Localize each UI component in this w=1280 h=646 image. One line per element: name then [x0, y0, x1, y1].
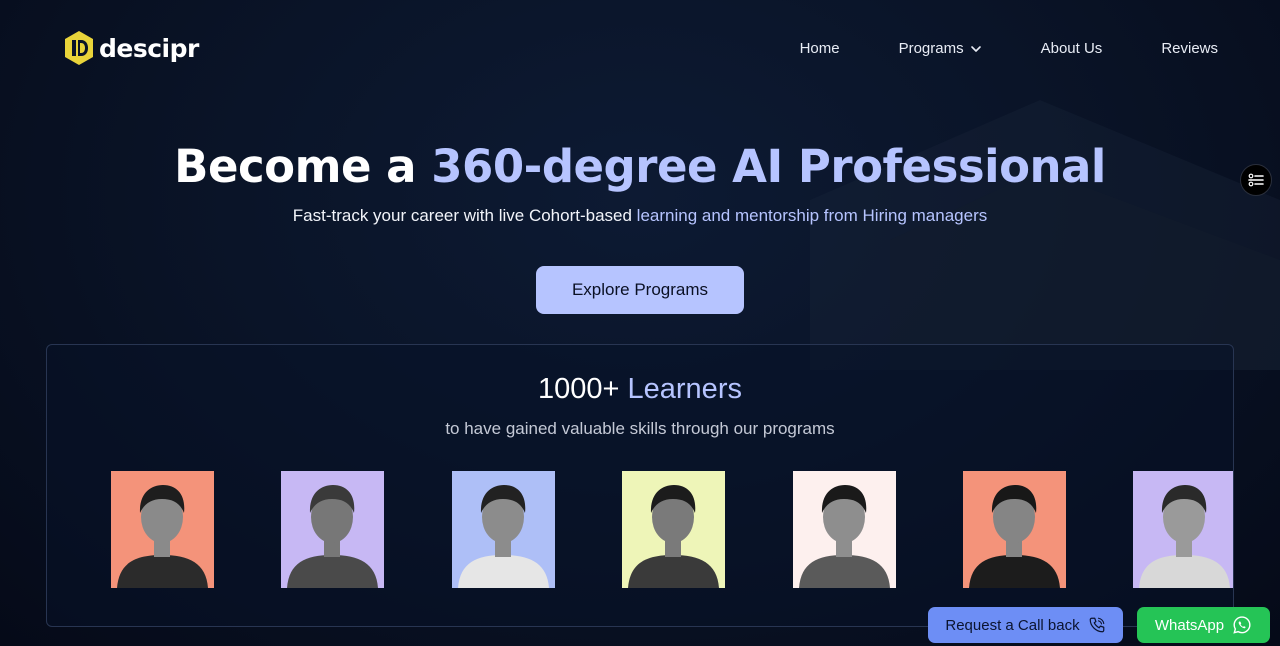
explore-programs-button[interactable]: Explore Programs	[536, 266, 744, 314]
learner-photo	[281, 471, 384, 588]
whatsapp-icon	[1233, 616, 1251, 634]
nav-reviews[interactable]: Reviews	[1161, 40, 1218, 57]
learners-subtitle: to have gained valuable skills through o…	[445, 419, 835, 438]
learner-photo	[452, 471, 555, 588]
nav-home[interactable]: Home	[800, 40, 840, 57]
main-nav: Home Programs About Us Reviews	[800, 40, 1218, 57]
background-building-shape	[810, 100, 1280, 370]
brand-logo[interactable]: descipr	[63, 30, 199, 66]
nav-programs-label: Programs	[898, 40, 964, 57]
hero-title-prefix: Become a	[174, 140, 432, 193]
site-header: descipr Home Programs About Us Reviews	[0, 0, 1280, 100]
learner-photo	[111, 471, 214, 588]
hero-subtitle-accent: learning and mentorship from Hiring mana…	[636, 206, 988, 225]
whatsapp-button[interactable]: WhatsApp	[1137, 607, 1270, 643]
nav-about-us[interactable]: About Us	[1041, 40, 1103, 57]
request-callback-button[interactable]: Request a Call back	[928, 607, 1123, 643]
chevron-down-icon	[970, 45, 981, 52]
learner-photo	[1133, 471, 1233, 588]
hero-subtitle-prefix: Fast-track your career with live Cohort-…	[292, 206, 637, 225]
floating-menu-button[interactable]	[1240, 164, 1272, 196]
learner-photo	[963, 471, 1066, 588]
list-toggle-icon	[1248, 173, 1264, 187]
hero-title-accent: 360-degree AI Professional	[431, 140, 1106, 193]
learner-photo	[622, 471, 725, 588]
phone-icon	[1089, 617, 1104, 633]
brand-name: descipr	[99, 33, 199, 63]
nav-programs-dropdown[interactable]: Programs	[899, 40, 982, 57]
hero-subtitle: Fast-track your career with live Cohort-…	[0, 206, 1280, 226]
learners-heading: 1000+ Learners	[47, 373, 1233, 406]
learners-panel: 1000+ Learners to have gained valuable s…	[46, 344, 1234, 627]
learner-photo	[793, 471, 896, 588]
hero-title: Become a 360-degree AI Professional	[0, 140, 1280, 193]
callback-label: Request a Call back	[945, 616, 1080, 634]
learners-count: 1000+	[538, 373, 620, 405]
hexagon-logo-icon	[65, 31, 93, 65]
learners-label: Learners	[627, 373, 742, 405]
whatsapp-label: WhatsApp	[1154, 616, 1225, 634]
